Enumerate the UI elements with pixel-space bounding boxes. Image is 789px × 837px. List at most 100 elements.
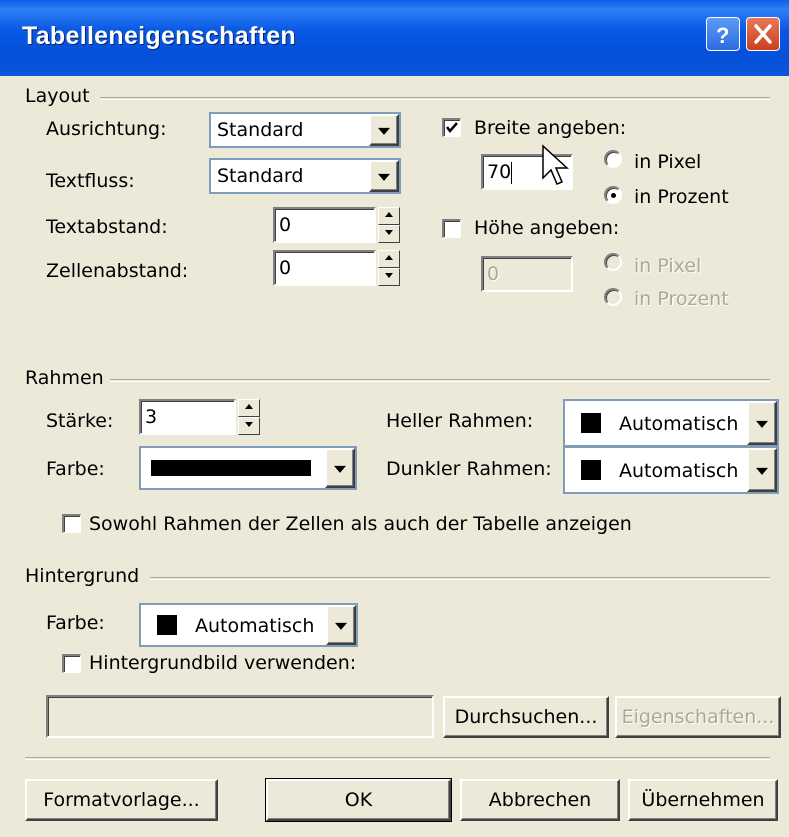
hintergrundbild-path-input[interactable] <box>46 695 434 738</box>
table-properties-dialog: Tabelleneigenschaften ? Layout Ausrichtu… <box>0 0 789 837</box>
dunkler-rahmen-select[interactable]: Automatisch <box>563 446 779 494</box>
title-bar[interactable]: Tabelleneigenschaften ? <box>0 0 789 76</box>
rahmen-farbe-select[interactable] <box>139 446 357 490</box>
spin-down-button[interactable] <box>378 268 400 286</box>
checkmark-icon <box>446 122 458 133</box>
textabstand-input[interactable]: 0 <box>273 207 376 243</box>
eigenschaften-button[interactable]: Eigenschaften... <box>615 696 781 738</box>
close-icon <box>754 24 772 44</box>
color-swatch <box>581 460 601 480</box>
textfluss-select[interactable]: Standard <box>209 158 401 194</box>
heller-rahmen-dropdown-button[interactable] <box>747 401 777 445</box>
staerke-input[interactable]: 3 <box>139 399 236 435</box>
heller-rahmen-value: Automatisch <box>619 413 739 435</box>
color-swatch <box>581 413 601 433</box>
ausrichtung-label: Ausrichtung: <box>46 118 167 140</box>
ausrichtung-select[interactable]: Standard <box>209 112 401 148</box>
staerke-spinner[interactable] <box>238 399 260 435</box>
hoehe-value: 0 <box>487 263 500 285</box>
hintergrund-farbe-dropdown-button[interactable] <box>326 605 356 645</box>
chevron-down-icon <box>334 465 346 473</box>
help-icon: ? <box>716 23 729 48</box>
color-swatch <box>151 460 311 476</box>
ok-button[interactable]: OK <box>265 778 452 822</box>
zellenabstand-value: 0 <box>279 257 292 279</box>
radio-dot <box>611 193 616 198</box>
svg-text:?: ? <box>716 23 729 48</box>
breite-in-prozent-radio[interactable] <box>604 186 622 204</box>
spin-down-button[interactable] <box>378 225 400 243</box>
textabstand-label: Textabstand: <box>46 216 168 238</box>
abbrechen-button[interactable]: Abbrechen <box>460 779 620 821</box>
arrow-down-icon <box>385 230 393 235</box>
zellenabstand-spinner[interactable] <box>378 250 400 286</box>
ausrichtung-value: Standard <box>217 119 304 141</box>
rahmen-group-line <box>110 379 770 382</box>
sowohl-rahmen-checkbox[interactable] <box>62 514 81 533</box>
rahmen-group-label: Rahmen <box>25 367 104 389</box>
spin-down-button[interactable] <box>238 417 260 435</box>
hoehe-label: Höhe angeben: <box>474 217 620 239</box>
spin-up-button[interactable] <box>378 250 400 268</box>
heller-rahmen-label: Heller Rahmen: <box>386 410 534 432</box>
hoehe-in-prozent-radio[interactable] <box>604 288 622 306</box>
arrow-down-icon <box>245 422 253 427</box>
rahmen-farbe-dropdown-button[interactable] <box>325 448 355 488</box>
hoehe-input[interactable]: 0 <box>481 256 573 292</box>
heller-rahmen-select[interactable]: Automatisch <box>563 399 779 447</box>
hintergrund-farbe-select[interactable]: Automatisch <box>139 603 358 647</box>
textfluss-label: Textfluss: <box>46 170 135 192</box>
uebernehmen-button[interactable]: Übernehmen <box>628 779 778 821</box>
breite-value: 70 <box>487 161 512 183</box>
dunkler-rahmen-label: Dunkler Rahmen: <box>386 458 552 480</box>
footer-separator <box>25 757 770 760</box>
arrow-up-icon <box>385 212 393 217</box>
ausrichtung-dropdown-button[interactable] <box>369 114 399 146</box>
dunkler-rahmen-value: Automatisch <box>619 460 739 482</box>
textfluss-value: Standard <box>217 165 304 187</box>
color-swatch <box>157 615 177 635</box>
textfluss-dropdown-button[interactable] <box>369 160 399 192</box>
window-title: Tabelleneigenschaften <box>22 22 296 50</box>
sowohl-rahmen-label: Sowohl Rahmen der Zellen als auch der Ta… <box>89 513 632 535</box>
staerke-label: Stärke: <box>46 410 114 432</box>
arrow-up-icon <box>385 255 393 260</box>
spin-up-button[interactable] <box>378 207 400 225</box>
spin-up-button[interactable] <box>238 399 260 417</box>
durchsuchen-button[interactable]: Durchsuchen... <box>443 696 609 738</box>
text-caret <box>511 162 512 184</box>
layout-group-line <box>100 97 770 100</box>
hintergrundbild-label: Hintergrundbild verwenden: <box>89 652 357 674</box>
breite-in-pixel-radio[interactable] <box>604 150 622 168</box>
layout-group-label: Layout <box>25 85 90 107</box>
hoehe-in-pixel-radio[interactable] <box>604 253 622 271</box>
chevron-down-icon <box>335 622 347 630</box>
help-button[interactable]: ? <box>706 17 740 51</box>
hintergrund-farbe-value: Automatisch <box>195 615 315 637</box>
hintergrund-group-line <box>150 577 770 580</box>
mouse-cursor-icon <box>542 144 569 185</box>
chevron-down-icon <box>756 467 768 475</box>
breite-in-prozent-label: in Prozent <box>634 186 729 208</box>
dunkler-rahmen-dropdown-button[interactable] <box>747 448 777 492</box>
hoehe-in-prozent-label: in Prozent <box>634 288 729 310</box>
hintergrund-group-label: Hintergrund <box>25 565 140 587</box>
chevron-down-icon <box>378 173 390 181</box>
formatvorlage-button[interactable]: Formatvorlage... <box>25 779 218 821</box>
breite-checkbox[interactable] <box>442 118 461 137</box>
zellenabstand-input[interactable]: 0 <box>273 250 376 286</box>
hoehe-checkbox[interactable] <box>442 219 461 238</box>
hintergrund-farbe-label: Farbe: <box>46 612 105 634</box>
hintergrundbild-checkbox[interactable] <box>62 654 81 673</box>
breite-in-pixel-label: in Pixel <box>634 151 702 173</box>
chevron-down-icon <box>378 127 390 135</box>
hoehe-in-pixel-label: in Pixel <box>634 255 702 277</box>
textabstand-value: 0 <box>279 214 292 236</box>
textabstand-spinner[interactable] <box>378 207 400 243</box>
breite-label: Breite angeben: <box>474 117 627 139</box>
staerke-value: 3 <box>145 406 158 428</box>
arrow-up-icon <box>245 404 253 409</box>
arrow-down-icon <box>385 273 393 278</box>
zellenabstand-label: Zellenabstand: <box>46 260 189 282</box>
close-button[interactable] <box>746 17 780 51</box>
